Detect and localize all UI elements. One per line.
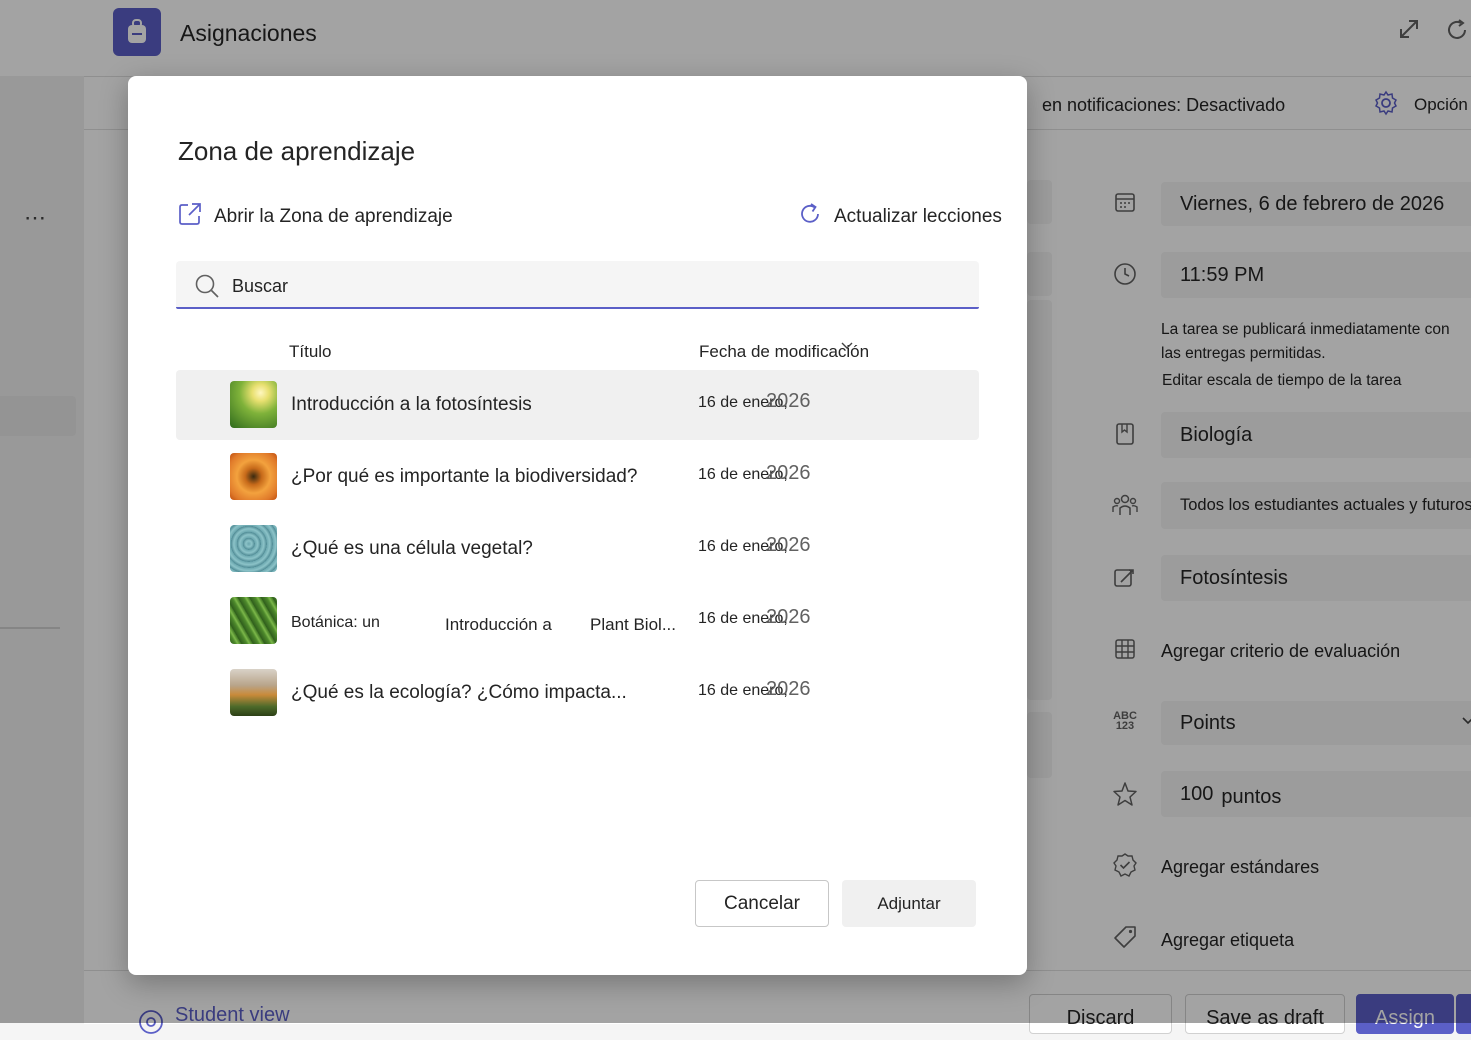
open-learning-zone-label: Abrir la Zona de aprendizaje (214, 206, 453, 227)
lesson-year: 2026 (766, 606, 811, 628)
lesson-title-part: Plant Biol... (590, 615, 676, 634)
lesson-year: 2026 (766, 534, 811, 556)
open-learning-zone-link[interactable]: Abrir la Zona de aprendizaje (178, 202, 453, 232)
lesson-title: Introducción a la fotosíntesis (291, 394, 532, 415)
column-header-title[interactable]: Título (289, 342, 332, 362)
lesson-row[interactable]: Introducción a la fotosíntesis 16 de ene… (176, 370, 979, 440)
learning-zone-dialog: Zona de aprendizaje Abrir la Zona de apr… (128, 76, 1027, 975)
search-input[interactable] (230, 271, 934, 301)
lesson-title: ¿Por qué es importante la biodiversidad? (291, 466, 638, 487)
lesson-thumbnail (230, 525, 277, 572)
search-box (176, 261, 979, 309)
lesson-title-part: Introducción a (445, 615, 552, 634)
dialog-title: Zona de aprendizaje (178, 136, 416, 166)
lesson-title: ¿Qué es una célula vegetal? (291, 538, 533, 559)
lesson-year: 2026 (766, 678, 811, 700)
lesson-thumbnail (230, 669, 277, 716)
lesson-year: 2026 (766, 462, 811, 484)
lesson-thumbnail (230, 597, 277, 644)
refresh-icon (798, 202, 822, 232)
refresh-lessons-label: Actualizar lecciones (834, 206, 1002, 227)
lesson-thumbnail (230, 453, 277, 500)
lesson-row[interactable]: ¿Qué es la ecología? ¿Cómo impacta... 16… (176, 658, 979, 728)
lesson-row[interactable]: ¿Por qué es importante la biodiversidad?… (176, 442, 979, 512)
lesson-row[interactable]: Botánica: un Introducción a Plant Biol..… (176, 586, 979, 656)
sort-chevron-icon[interactable] (841, 340, 853, 354)
search-icon (194, 273, 220, 304)
cancel-button[interactable]: Cancelar (695, 880, 829, 927)
lesson-year: 2026 (766, 390, 811, 412)
open-external-icon (178, 202, 202, 232)
refresh-lessons-link[interactable]: Actualizar lecciones (798, 202, 1002, 232)
attach-button[interactable]: Adjuntar (842, 880, 976, 927)
lesson-title-part: Botánica: un (291, 614, 380, 631)
lesson-thumbnail (230, 381, 277, 428)
lesson-title: ¿Qué es la ecología? ¿Cómo impacta... (291, 682, 627, 703)
lesson-row[interactable]: ¿Qué es una célula vegetal? 16 de enero,… (176, 514, 979, 584)
